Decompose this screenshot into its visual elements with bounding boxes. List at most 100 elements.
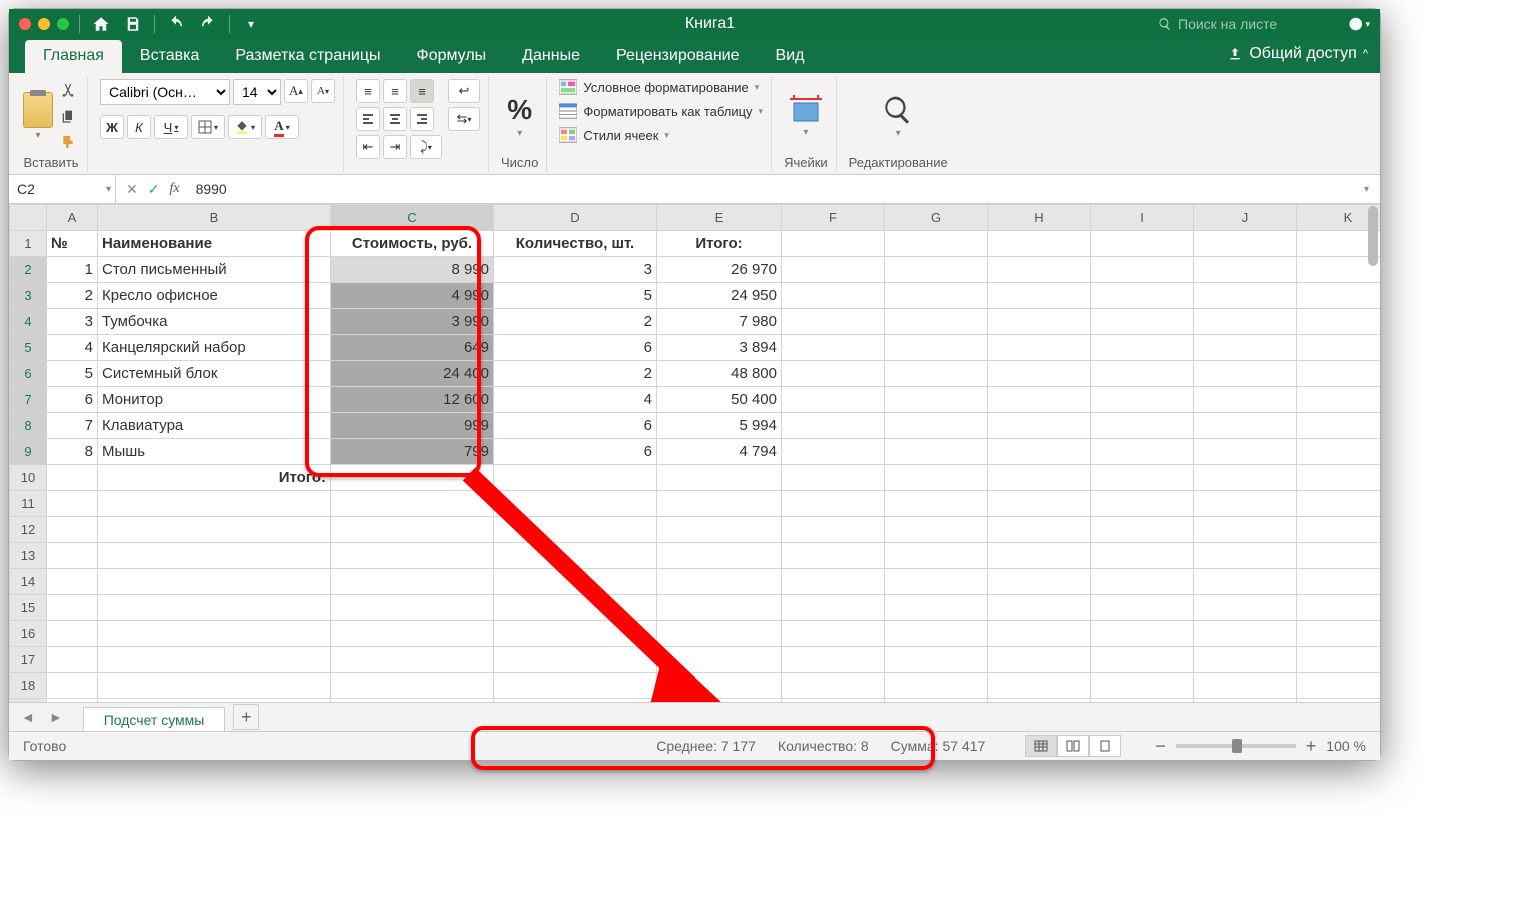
cell-C9[interactable]: 799 [331, 439, 494, 465]
tab-insert[interactable]: Вставка [122, 40, 217, 73]
home-icon[interactable] [90, 13, 112, 35]
cell-A7[interactable]: 6 [47, 387, 98, 413]
normal-view-button[interactable] [1025, 735, 1057, 757]
formula-input[interactable]: 8990 [190, 181, 1364, 197]
zoom-slider[interactable] [1176, 744, 1296, 748]
cell-B10[interactable]: Итого: [98, 465, 331, 491]
align-top-button[interactable]: ≡ [356, 79, 380, 103]
increase-indent-button[interactable]: ⇥ [383, 135, 407, 159]
row-header-6[interactable]: 6 [10, 361, 47, 387]
cancel-formula-icon[interactable]: ✕ [126, 181, 138, 198]
cut-icon[interactable] [57, 79, 79, 101]
col-header-H[interactable]: H [988, 205, 1091, 231]
align-right-button[interactable] [410, 107, 434, 131]
decrease-indent-button[interactable]: ⇤ [356, 135, 380, 159]
row-header-16[interactable]: 16 [10, 621, 47, 647]
cell-E1[interactable]: Итого: [657, 231, 782, 257]
cell-C5[interactable]: 649 [331, 335, 494, 361]
cells-button[interactable]: ▾ [788, 95, 824, 138]
font-size-combo[interactable]: 14 [233, 79, 281, 105]
cell-D2[interactable]: 3 [494, 257, 657, 283]
cell-A1[interactable]: № [47, 231, 98, 257]
cell-A2[interactable]: 1 [47, 257, 98, 283]
tab-review[interactable]: Рецензирование [598, 40, 758, 73]
cell-D4[interactable]: 2 [494, 309, 657, 335]
bold-button[interactable]: Ж [100, 115, 124, 139]
tab-data[interactable]: Данные [504, 40, 598, 73]
cell-A8[interactable]: 7 [47, 413, 98, 439]
worksheet[interactable]: ABCDEFGHIJKL1№НаименованиеСтоимость, руб… [9, 204, 1380, 702]
minimize-window-button[interactable] [38, 18, 50, 30]
col-header-B[interactable]: B [98, 205, 331, 231]
row-header-17[interactable]: 17 [10, 647, 47, 673]
col-header-G[interactable]: G [885, 205, 988, 231]
add-sheet-button[interactable]: + [233, 704, 259, 730]
merge-button[interactable]: ⇆▾ [448, 107, 480, 131]
cell-B2[interactable]: Стол письменный [98, 257, 331, 283]
close-window-button[interactable] [19, 18, 31, 30]
row-header-14[interactable]: 14 [10, 569, 47, 595]
conditional-formatting-button[interactable]: Условное форматирование ▾ [559, 79, 759, 95]
cell-D7[interactable]: 4 [494, 387, 657, 413]
cell-B6[interactable]: Системный блок [98, 361, 331, 387]
format-painter-icon[interactable] [57, 131, 79, 153]
cell-E6[interactable]: 48 800 [657, 361, 782, 387]
cell-B8[interactable]: Клавиатура [98, 413, 331, 439]
save-icon[interactable] [122, 13, 144, 35]
align-center-button[interactable] [383, 107, 407, 131]
align-left-button[interactable] [356, 107, 380, 131]
cell-E5[interactable]: 3 894 [657, 335, 782, 361]
cell-E3[interactable]: 24 950 [657, 283, 782, 309]
cell-B7[interactable]: Монитор [98, 387, 331, 413]
cell-C1[interactable]: Стоимость, руб. [331, 231, 494, 257]
cell-A4[interactable]: 3 [47, 309, 98, 335]
cell-C3[interactable]: 4 990 [331, 283, 494, 309]
row-header-4[interactable]: 4 [10, 309, 47, 335]
cell-C7[interactable]: 12 600 [331, 387, 494, 413]
row-header-19[interactable]: 19 [10, 699, 47, 703]
number-format-button[interactable]: %▾ [507, 94, 532, 139]
copy-icon[interactable] [57, 105, 79, 127]
cell-E4[interactable]: 7 980 [657, 309, 782, 335]
decrease-font-button[interactable]: A▾ [311, 79, 335, 103]
cell-E2[interactable]: 26 970 [657, 257, 782, 283]
font-name-combo[interactable]: Calibri (Осн… [100, 79, 230, 105]
borders-button[interactable]: ▾ [191, 115, 225, 139]
tab-view[interactable]: Вид [758, 40, 823, 73]
zoom-out-button[interactable]: − [1155, 736, 1166, 757]
wrap-text-button[interactable]: ↩ [448, 79, 480, 103]
cell-A5[interactable]: 4 [47, 335, 98, 361]
row-header-9[interactable]: 9 [10, 439, 47, 465]
cell-B4[interactable]: Тумбочка [98, 309, 331, 335]
row-header-11[interactable]: 11 [10, 491, 47, 517]
cell-E9[interactable]: 4 794 [657, 439, 782, 465]
accept-formula-icon[interactable]: ✓ [148, 181, 160, 198]
font-color-button[interactable]: А▾ [265, 115, 299, 139]
cell-styles-button[interactable]: Стили ячеек ▾ [559, 127, 669, 143]
row-header-18[interactable]: 18 [10, 673, 47, 699]
increase-font-button[interactable]: A▴ [284, 79, 308, 103]
cell-C6[interactable]: 24 400 [331, 361, 494, 387]
col-header-J[interactable]: J [1194, 205, 1297, 231]
col-header-A[interactable]: A [47, 205, 98, 231]
cell-B1[interactable]: Наименование [98, 231, 331, 257]
maximize-window-button[interactable] [57, 18, 69, 30]
row-header-13[interactable]: 13 [10, 543, 47, 569]
fill-color-button[interactable]: ▾ [228, 115, 262, 139]
cell-C4[interactable]: 3 990 [331, 309, 494, 335]
cell-B3[interactable]: Кресло офисное [98, 283, 331, 309]
smiley-icon[interactable]: ▾ [1348, 13, 1370, 35]
orientation-button[interactable]: ⤸▾ [410, 135, 442, 159]
cell-B9[interactable]: Мышь [98, 439, 331, 465]
cell-A6[interactable]: 5 [47, 361, 98, 387]
page-layout-view-button[interactable] [1057, 735, 1089, 757]
cell-C2[interactable]: 8 990 [331, 257, 494, 283]
undo-icon[interactable] [165, 13, 187, 35]
row-header-10[interactable]: 10 [10, 465, 47, 491]
page-break-view-button[interactable] [1089, 735, 1121, 757]
col-header-F[interactable]: F [782, 205, 885, 231]
customize-qat-icon[interactable]: ▾ [240, 13, 262, 35]
cell-A3[interactable]: 2 [47, 283, 98, 309]
italic-button[interactable]: К [127, 115, 151, 139]
underline-button[interactable]: Ч▾ [154, 115, 188, 139]
